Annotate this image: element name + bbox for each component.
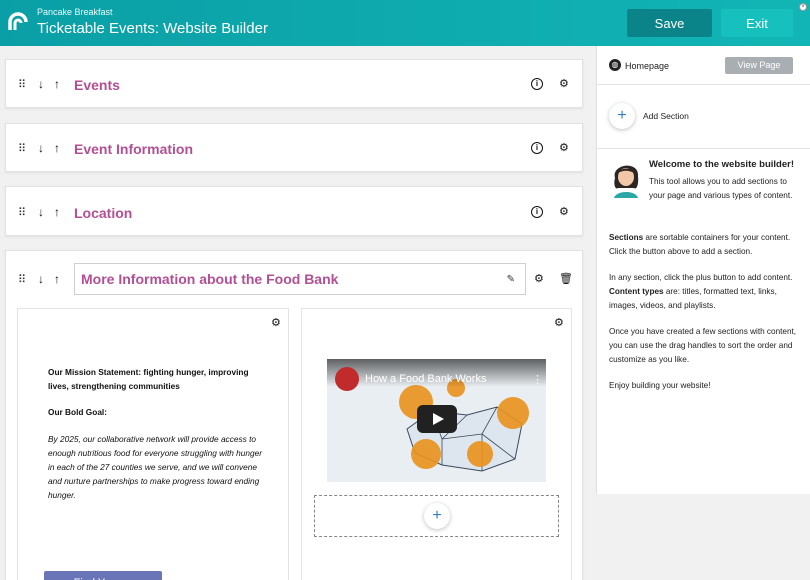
page-title: Ticketable Events: Website Builder [37,20,268,37]
drag-handle-icon[interactable]: ⠿ [18,273,26,286]
move-down-icon[interactable]: ↓ [38,272,44,286]
info-icon[interactable]: i [531,206,543,218]
add-content-zone: + [314,495,559,537]
drag-handle-icon[interactable]: ⠿ [18,206,26,219]
goal-text: By 2025, our collaborative network will … [48,434,263,500]
edit-icon[interactable]: ✎ [507,274,515,285]
move-up-icon[interactable]: ↑ [54,77,60,91]
top-bar: Pancake Breakfast Ticketable Events: Web… [0,0,810,46]
exit-button[interactable]: Exit [721,9,793,37]
gear-icon[interactable]: ⚙ [559,141,569,154]
channel-logo[interactable] [335,367,359,391]
content-column-video: ⚙ How a Food Bank Works ⋮ + [301,308,572,580]
mission-text: Our Mission Statement: fighting hunger, … [48,367,249,391]
sidebar-panel: ◍ Homepage View Page + Add Section Welco… [596,46,810,494]
move-down-icon[interactable]: ↓ [38,141,44,155]
move-up-icon[interactable]: ↑ [54,141,60,155]
divider [597,148,810,149]
gear-icon[interactable]: ⚙ [534,272,544,285]
divider [597,84,810,85]
trash-icon[interactable]: 🗑 [559,272,573,285]
section-title: More Information about the Food Bank [81,271,339,287]
section-title-input[interactable]: More Information about the Food Bank ✎ [74,263,526,295]
gear-icon[interactable]: ⚙ [554,316,564,329]
section-title[interactable]: Event Information [74,141,193,157]
save-button[interactable]: Save [627,9,712,37]
graphic-dot [467,441,493,467]
play-icon[interactable] [417,405,457,433]
section-title[interactable]: Location [74,205,132,221]
graphic-dot [497,397,529,429]
move-down-icon[interactable]: ↓ [38,205,44,219]
move-up-icon[interactable]: ↑ [54,205,60,219]
gear-icon[interactable]: ⚙ [271,316,281,329]
section-events: ⠿ ↓ ↑ Events i ⚙ [5,59,583,108]
section-event-information: ⠿ ↓ ↑ Event Information i ⚙ [5,123,583,172]
org-name: Pancake Breakfast [37,7,113,17]
help-enjoy: Enjoy building your website! [609,381,711,390]
video-embed[interactable]: How a Food Bank Works ⋮ [327,359,546,482]
help-content-types: In any section, click the plus button to… [609,273,793,310]
notification-icon[interactable]: × [799,3,807,11]
find-button[interactable]: Find Your ... [44,571,162,580]
more-vert-icon[interactable]: ⋮ [532,373,543,386]
content-column-text: ⚙ Our Mission Statement: fighting hunger… [17,308,289,580]
drag-handle-icon[interactable]: ⠿ [18,78,26,91]
add-section-button[interactable]: + [609,103,635,129]
gear-icon[interactable]: ⚙ [559,77,569,90]
globe-icon: ◍ [609,59,621,71]
move-down-icon[interactable]: ↓ [38,77,44,91]
avatar-illustration [614,165,639,198]
view-page-button[interactable]: View Page [725,57,793,74]
welcome-title: Welcome to the website builder! [649,159,794,170]
add-section-label[interactable]: Add Section [643,111,689,121]
gear-icon[interactable]: ⚙ [559,205,569,218]
page-name: Homepage [625,61,670,71]
add-content-button[interactable]: + [424,503,450,529]
app-logo [8,12,28,30]
section-location: ⠿ ↓ ↑ Location i ⚙ [5,186,583,236]
help-sorting: Once you have created a few sections wit… [609,327,797,364]
section-more-information: ⠿ ↓ ↑ More Information about the Food Ba… [5,250,583,580]
info-icon[interactable]: i [531,78,543,90]
move-up-icon[interactable]: ↑ [54,272,60,286]
graphic-dot [411,439,441,469]
section-title[interactable]: Events [74,77,120,93]
welcome-text: This tool allows you to add sections to … [649,177,793,200]
drag-handle-icon[interactable]: ⠿ [18,142,26,155]
video-title[interactable]: How a Food Bank Works [365,373,486,385]
goal-heading: Our Bold Goal: [48,407,107,417]
help-sections: Sections are sortable containers for you… [609,233,791,256]
info-icon[interactable]: i [531,142,543,154]
